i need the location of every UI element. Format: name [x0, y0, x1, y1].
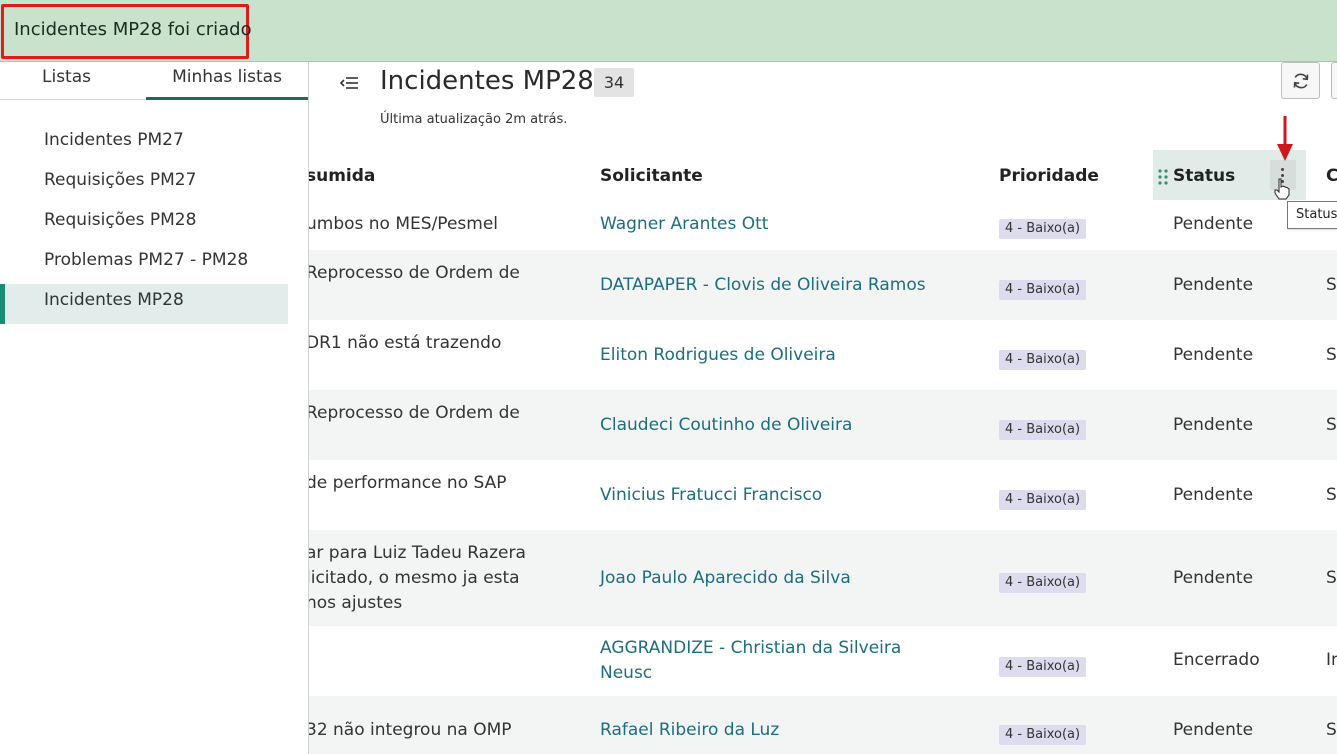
item-count-badge: 34	[594, 68, 634, 97]
cell-next: S	[1326, 275, 1337, 295]
sidebar-item-problemas-pm27-pm28[interactable]: Problemas PM27 - PM28	[0, 244, 288, 284]
sidebar-item-requisicoes-pm27[interactable]: Requisições PM27	[0, 164, 288, 204]
priority-badge: 4 - Baixo(a)	[999, 350, 1087, 370]
sidebar-item-incidentes-pm27[interactable]: Incidentes PM27	[0, 124, 288, 164]
table-row[interactable]: Reprocesso de Ordem de DATAPAPER - Clovi…	[309, 250, 1337, 320]
column-header-priority[interactable]: Prioridade	[999, 166, 1099, 186]
priority-badge: 4 - Baixo(a)	[999, 280, 1087, 300]
priority-badge: 4 - Baixo(a)	[999, 573, 1087, 593]
cell-description: DR1 não está trazendo	[309, 333, 502, 353]
requester-link[interactable]: Eliton Rodrigues de Oliveira	[600, 343, 930, 368]
cell-status: Pendente	[1173, 720, 1254, 740]
table-row[interactable]: umbos no MES/Pesmel Wagner Arantes Ott 4…	[309, 200, 1337, 250]
refresh-icon	[1293, 73, 1309, 89]
column-header-requester[interactable]: Solicitante	[600, 166, 703, 186]
cell-next: S	[1326, 720, 1337, 740]
tab-listas[interactable]: Listas	[42, 67, 91, 99]
cell-next: S	[1326, 568, 1337, 588]
requester-link[interactable]: Rafael Ribeiro da Luz	[600, 718, 930, 743]
cell-status: Encerrado	[1173, 650, 1260, 670]
page-title: Incidentes MP28	[380, 66, 594, 96]
more-actions-button[interactable]	[1331, 62, 1337, 99]
collapse-sidebar-icon[interactable]	[338, 72, 360, 94]
cell-description: 32 não integrou na OMP	[309, 720, 512, 740]
hand-pointer-icon	[1274, 178, 1290, 200]
cell-description: ar para Luiz Tadeu Razera licitado, o me…	[309, 543, 526, 613]
cell-next: S	[1326, 485, 1337, 505]
table-row[interactable]: 32 não integrou na OMP Rafael Ribeiro da…	[309, 696, 1337, 754]
cell-status: Pendente	[1173, 568, 1254, 588]
priority-badge: 4 - Baixo(a)	[999, 219, 1087, 239]
table-row[interactable]: DR1 não está trazendo Eliton Rodrigues d…	[309, 320, 1337, 390]
column-header-description[interactable]: sumida	[309, 166, 375, 186]
sidebar-item-incidentes-mp28[interactable]: Incidentes MP28	[0, 284, 288, 324]
column-header-status[interactable]: Status	[1173, 166, 1235, 186]
cell-status: Pendente	[1173, 485, 1254, 505]
incidents-table: sumida Solicitante Prioridade Status C u…	[309, 148, 1337, 754]
cell-status: Pendente	[1173, 214, 1254, 234]
success-banner: Incidentes MP28 foi criado	[0, 0, 1337, 62]
priority-badge: 4 - Baixo(a)	[999, 657, 1087, 677]
annotation-arrow-icon	[1277, 116, 1293, 161]
table-row[interactable]: Reprocesso de Ordem de Claudeci Coutinho…	[309, 390, 1337, 460]
table-row[interactable]: ar para Luiz Tadeu Razera licitado, o me…	[309, 530, 1337, 626]
drag-handle-icon[interactable]	[1158, 169, 1168, 185]
priority-badge: 4 - Baixo(a)	[999, 420, 1087, 440]
cell-status: Pendente	[1173, 345, 1254, 365]
cell-next: Ir	[1326, 650, 1337, 670]
cell-status: Pendente	[1173, 415, 1254, 435]
sidebar: Listas Minhas listas Incidentes PM27 Req…	[0, 62, 309, 754]
requester-link[interactable]: Wagner Arantes Ott	[600, 212, 930, 237]
requester-link[interactable]: Joao Paulo Aparecido da Silva	[600, 566, 930, 591]
more-vertical-icon-dot	[1281, 174, 1284, 177]
cell-description: de performance no SAP	[309, 473, 507, 493]
status-tooltip: Status	[1287, 201, 1337, 229]
sidebar-item-requisicoes-pm28[interactable]: Requisições PM28	[0, 204, 288, 244]
more-vertical-icon	[1281, 168, 1284, 171]
column-header-next[interactable]: C	[1326, 166, 1337, 186]
table-row[interactable]: de performance no SAP Vinicius Fratucci …	[309, 460, 1337, 530]
requester-link[interactable]: AGGRANDIZE - Christian da Silveira Neusc	[600, 636, 930, 686]
table-row[interactable]: AGGRANDIZE - Christian da Silveira Neusc…	[309, 626, 1337, 696]
refresh-button[interactable]	[1281, 62, 1320, 99]
priority-badge: 4 - Baixo(a)	[999, 725, 1087, 745]
requester-link[interactable]: DATAPAPER - Clovis de Oliveira Ramos	[600, 273, 930, 298]
cell-description: Reprocesso de Ordem de	[309, 403, 520, 423]
cell-next: S	[1326, 345, 1337, 365]
my-lists: Incidentes PM27 Requisições PM27 Requisi…	[0, 124, 288, 324]
cell-status: Pendente	[1173, 275, 1254, 295]
last-updated-text: Última atualização 2m atrás.	[380, 112, 568, 127]
priority-badge: 4 - Baixo(a)	[999, 490, 1087, 510]
cell-description: Reprocesso de Ordem de	[309, 263, 520, 283]
cell-description: umbos no MES/Pesmel	[309, 214, 498, 234]
banner-message: Incidentes MP28 foi criado	[14, 19, 252, 40]
requester-link[interactable]: Claudeci Coutinho de Oliveira	[600, 413, 930, 438]
requester-link[interactable]: Vinicius Fratucci Francisco	[600, 483, 930, 508]
tab-minhas-listas[interactable]: Minhas listas	[146, 67, 308, 100]
sidebar-tabs: Listas Minhas listas	[0, 62, 308, 100]
cell-next: S	[1326, 415, 1337, 435]
